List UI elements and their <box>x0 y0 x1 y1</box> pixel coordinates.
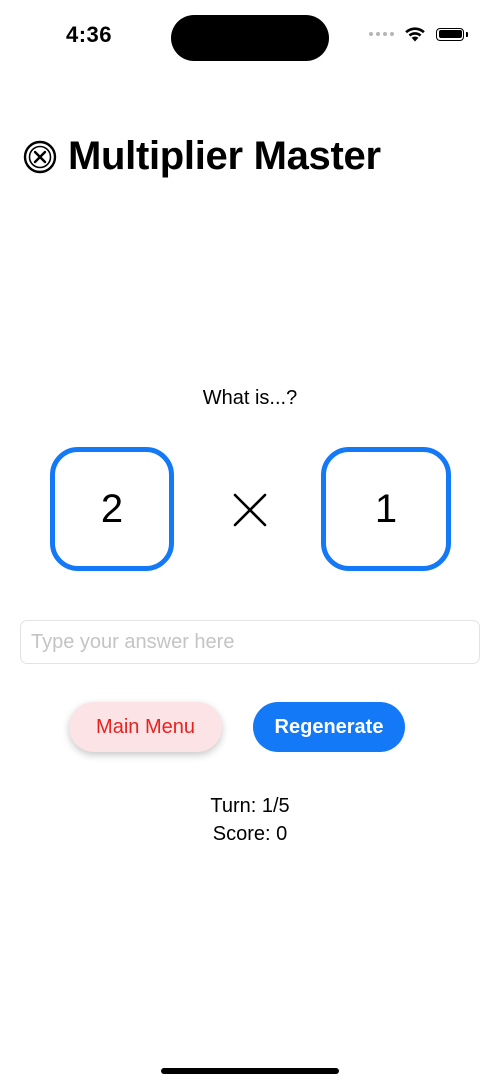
main-menu-button[interactable]: Main Menu <box>69 702 222 752</box>
status-time: 4:36 <box>66 22 113 47</box>
right-operand: 1 <box>374 486 398 531</box>
right-operand-box: 1 <box>321 447 451 571</box>
dynamic-island <box>171 15 329 61</box>
signal-dots-icon <box>369 32 394 36</box>
left-operand: 2 <box>100 486 124 531</box>
close-circle-icon[interactable] <box>22 139 58 175</box>
battery-icon <box>436 27 468 41</box>
status-icons <box>369 26 468 42</box>
game-stats: Turn: 1/5 Score: 0 <box>0 792 500 848</box>
app-screen: 4:36 Multiplier Master What is...? 2 1 T… <box>0 0 500 1084</box>
header: Multiplier Master <box>22 134 381 179</box>
regenerate-button[interactable]: Regenerate <box>253 702 405 752</box>
left-operand-box: 2 <box>50 447 174 571</box>
wifi-icon <box>405 27 425 42</box>
turn-counter: Turn: 1/5 <box>210 795 290 817</box>
answer-input[interactable] <box>20 620 480 664</box>
question-prompt: What is...? <box>202 387 298 409</box>
score-counter: Score: 0 <box>212 823 288 845</box>
page-title: Multiplier Master <box>68 134 381 178</box>
times-icon <box>233 493 267 527</box>
home-indicator[interactable] <box>161 1068 339 1074</box>
